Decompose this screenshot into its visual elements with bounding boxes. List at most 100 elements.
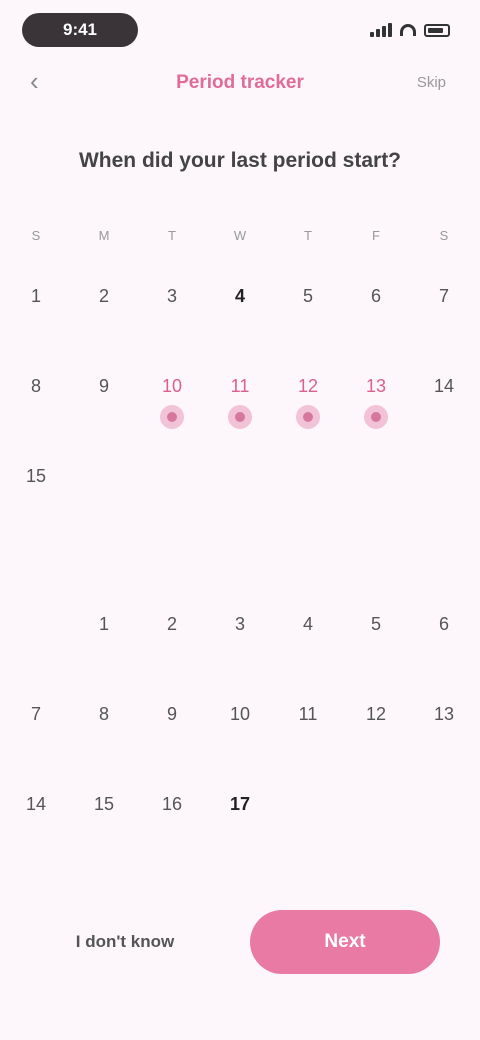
calendar-empty-cell [410, 790, 478, 880]
calendar-day[interactable]: 3 [138, 282, 206, 372]
weekday-label: W [233, 228, 247, 243]
day-number: 6 [370, 286, 381, 306]
calendar-empty-cell [138, 462, 206, 552]
bottom-actions: I don't know Next [40, 910, 440, 974]
calendar-day[interactable]: 13 [342, 372, 410, 462]
day-number: 14 [25, 794, 47, 814]
day-number: 11 [298, 704, 318, 724]
status-time: 9:41 [22, 13, 138, 47]
calendar-empty-cell [2, 610, 70, 700]
calendar-day[interactable]: 16 [138, 790, 206, 880]
calendar-week: 8 9 10 11 12 13 14 [0, 372, 480, 462]
day-number: 4 [234, 286, 245, 306]
calendar-day[interactable]: 11 [274, 700, 342, 790]
calendar-day[interactable]: 5 [274, 282, 342, 372]
calendar-month: 1 2 3 4 5 6 7 8 9 10 11 12 13 14 15 [0, 282, 480, 552]
next-button[interactable]: Next [250, 910, 440, 974]
day-number: 1 [98, 614, 109, 634]
calendar-day[interactable]: 13 [410, 700, 478, 790]
period-marker-icon [228, 405, 252, 429]
calendar-day[interactable]: 7 [410, 282, 478, 372]
calendar-week: 15 [0, 462, 480, 552]
day-number: 13 [365, 376, 387, 396]
status-bar: 9:41 [22, 12, 450, 48]
day-number: 15 [25, 466, 47, 486]
calendar-empty-cell [274, 462, 342, 552]
weekday-label: T [304, 228, 312, 243]
calendar-day[interactable]: 10 [138, 372, 206, 462]
period-marker-icon [296, 405, 320, 429]
calendar-day[interactable]: 11 [206, 372, 274, 462]
calendar-week: 14 15 16 17 [0, 790, 480, 880]
dont-know-button[interactable]: I don't know [40, 914, 210, 970]
day-number: 2 [166, 614, 177, 634]
day-number: 10 [161, 376, 183, 396]
calendar-day[interactable]: 4 [206, 282, 274, 372]
calendar-empty-cell [206, 462, 274, 552]
calendar-day[interactable]: 4 [274, 610, 342, 700]
calendar-day[interactable]: 2 [138, 610, 206, 700]
calendar-day[interactable]: 12 [342, 700, 410, 790]
calendar-day[interactable]: 8 [70, 700, 138, 790]
day-number: 17 [229, 794, 251, 814]
day-number: 9 [98, 376, 109, 396]
day-number: 2 [98, 286, 109, 306]
calendar-day[interactable]: 3 [206, 610, 274, 700]
period-marker-icon [364, 405, 388, 429]
calendar-day[interactable]: 15 [70, 790, 138, 880]
status-icons [370, 23, 450, 37]
calendar-week: 7 8 9 10 11 12 13 [0, 700, 480, 790]
weekday-label: S [439, 228, 449, 243]
calendar-day[interactable]: 14 [410, 372, 478, 462]
day-number: 10 [229, 704, 251, 724]
day-number: 9 [166, 704, 177, 724]
day-number: 12 [365, 704, 387, 724]
calendar-day[interactable]: 7 [2, 700, 70, 790]
day-number: 8 [98, 704, 109, 724]
day-number: 11 [230, 376, 250, 396]
weekday-label: T [168, 228, 176, 243]
day-number: 4 [302, 614, 313, 634]
calendar-empty-cell [410, 462, 478, 552]
calendar-day[interactable]: 6 [342, 282, 410, 372]
calendar-month: 1 2 3 4 5 6 7 8 9 10 11 12 13 14 15 16 17 [0, 610, 480, 880]
calendar-day[interactable]: 12 [274, 372, 342, 462]
calendar-empty-cell [342, 462, 410, 552]
calendar-day[interactable]: 8 [2, 372, 70, 462]
weekday-label: S [31, 228, 41, 243]
wifi-icon [400, 24, 416, 36]
calendar-day[interactable]: 14 [2, 790, 70, 880]
calendar-day[interactable]: 1 [2, 282, 70, 372]
calendar-week: 1 2 3 4 5 6 7 [0, 282, 480, 372]
weekday-label: F [372, 228, 380, 243]
calendar-day[interactable]: 5 [342, 610, 410, 700]
calendar-day[interactable]: 9 [138, 700, 206, 790]
skip-button[interactable]: Skip [417, 74, 446, 91]
battery-icon [424, 23, 450, 37]
calendar-empty-cell [342, 790, 410, 880]
calendar-day[interactable]: 1 [70, 610, 138, 700]
day-number: 3 [234, 614, 245, 634]
question-heading: When did your last period start? [78, 149, 402, 172]
calendar-day[interactable]: 10 [206, 700, 274, 790]
weekday-label: M [98, 228, 110, 243]
day-number: 16 [161, 794, 183, 814]
day-number: 12 [297, 376, 319, 396]
weekday-header: S M T W T F S [0, 228, 480, 243]
day-number: 5 [370, 614, 381, 634]
day-number: 1 [30, 286, 41, 306]
day-number: 3 [166, 286, 177, 306]
calendar-empty-cell [70, 462, 138, 552]
day-number: 5 [302, 286, 313, 306]
calendar-empty-cell [274, 790, 342, 880]
calendar-day[interactable]: 9 [70, 372, 138, 462]
header: ‹ Period tracker Skip [0, 60, 480, 104]
calendar-day[interactable]: 17 [206, 790, 274, 880]
page-title: Period tracker [176, 72, 304, 93]
calendar-day[interactable]: 2 [70, 282, 138, 372]
day-number: 8 [30, 376, 41, 396]
day-number: 15 [93, 794, 115, 814]
calendar-day[interactable]: 6 [410, 610, 478, 700]
period-marker-icon [160, 405, 184, 429]
calendar-day[interactable]: 15 [2, 462, 70, 552]
